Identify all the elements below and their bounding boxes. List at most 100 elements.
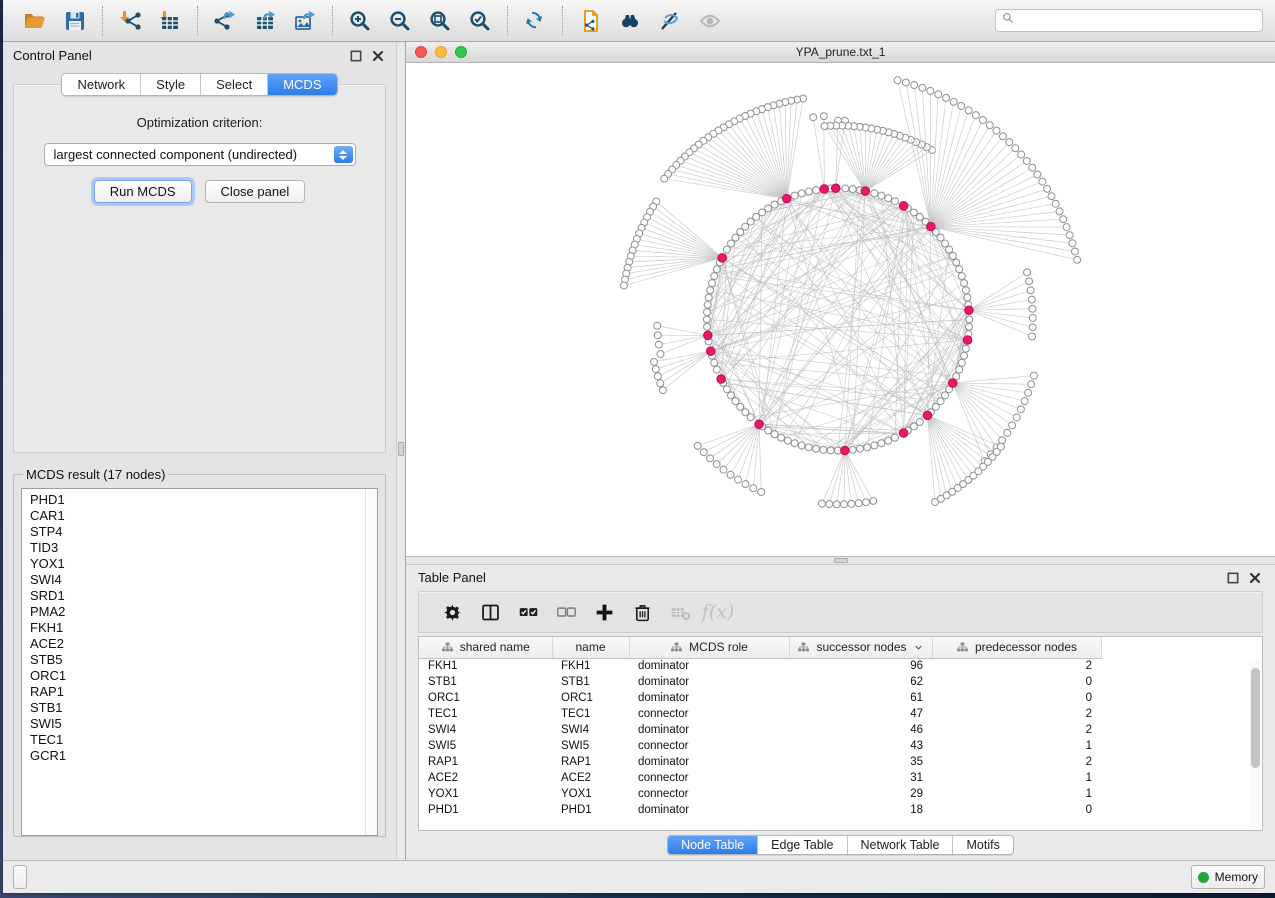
mcds-result-list[interactable]: PHD1CAR1STP4TID3YOX1SWI4SRD1PMA2FKH1ACE2…	[21, 488, 378, 836]
toolbar-separator	[332, 6, 333, 36]
memory-button[interactable]: Memory	[1191, 865, 1265, 889]
open-file-button[interactable]	[15, 4, 55, 38]
tab-network[interactable]: Network	[62, 74, 141, 95]
horizontal-splitter[interactable]	[406, 556, 1275, 565]
table-row[interactable]: RAP1RAP1dominator352	[419, 754, 1101, 770]
table-row[interactable]: FKH1FKH1dominator962	[419, 658, 1101, 674]
delete-column-button[interactable]	[623, 595, 661, 629]
tab-style[interactable]: Style	[141, 74, 201, 95]
status-bar: Memory	[3, 860, 1275, 893]
toggle-graphics-details-button[interactable]	[650, 4, 690, 38]
table-row[interactable]: TEC1TEC1connector472	[419, 706, 1101, 722]
network-canvas[interactable]	[406, 63, 1275, 556]
float-panel-icon[interactable]	[348, 49, 364, 63]
close-window-icon[interactable]	[415, 46, 427, 58]
list-item[interactable]: PMA2	[30, 604, 369, 620]
list-item[interactable]: STP4	[30, 524, 369, 540]
criterion-select[interactable]: largest connected component (undirected)	[44, 143, 356, 166]
network-window-titlebar[interactable]: YPA_prune.txt_1	[406, 42, 1275, 63]
find-button[interactable]	[610, 4, 650, 38]
main-toolbar	[3, 0, 1275, 42]
table-row[interactable]: SWI4SWI4dominator462	[419, 722, 1101, 738]
list-item[interactable]: STB1	[30, 700, 369, 716]
delete-table-button	[661, 595, 699, 629]
tab-network-table[interactable]: Network Table	[848, 836, 954, 854]
scrollbar-thumb[interactable]	[1251, 668, 1260, 768]
list-item[interactable]: ACE2	[30, 636, 369, 652]
select-all-button[interactable]	[509, 595, 547, 629]
splitter-handle[interactable]	[398, 442, 404, 456]
zoom-in-button[interactable]	[340, 4, 380, 38]
control-panel: Control Panel NetworkStyleSelectMCDS Opt…	[3, 42, 396, 860]
criterion-value: largest connected component (undirected)	[54, 147, 298, 162]
network-graph[interactable]	[406, 63, 1275, 556]
table-settings-button[interactable]	[433, 595, 471, 629]
splitter-handle[interactable]	[834, 558, 848, 563]
tab-edge-table[interactable]: Edge Table	[758, 836, 847, 854]
zoom-fit-button[interactable]	[420, 4, 460, 38]
list-item[interactable]: RAP1	[30, 684, 369, 700]
column-header-MCDS-role[interactable]: MCDS role	[629, 637, 789, 658]
list-item[interactable]: FKH1	[30, 620, 369, 636]
table-scrollbar[interactable]	[1250, 660, 1261, 828]
save-session-button[interactable]	[55, 4, 95, 38]
table-row[interactable]: STB1STB1dominator620	[419, 674, 1101, 690]
table-row[interactable]: YOX1YOX1connector291	[419, 786, 1101, 802]
toolbar-separator	[507, 6, 508, 36]
add-column-button[interactable]	[585, 595, 623, 629]
vertical-splitter[interactable]	[396, 42, 406, 860]
import-table-button[interactable]	[150, 4, 190, 38]
tab-mcds[interactable]: MCDS	[268, 74, 336, 95]
mcds-result-title: MCDS result (17 nodes)	[23, 467, 168, 482]
list-scrollbar[interactable]	[365, 489, 377, 835]
column-header-successor-nodes[interactable]: successor nodes	[789, 637, 932, 658]
search-icon	[1002, 12, 1015, 30]
list-item[interactable]: STB5	[30, 652, 369, 668]
export-table-button[interactable]	[245, 4, 285, 38]
float-panel-icon[interactable]	[1225, 571, 1241, 585]
list-item[interactable]: SWI5	[30, 716, 369, 732]
tab-node-table[interactable]: Node Table	[668, 836, 758, 854]
show-details-button[interactable]	[690, 4, 730, 38]
refresh-button[interactable]	[515, 4, 555, 38]
list-item[interactable]: TID3	[30, 540, 369, 556]
table-row[interactable]: SWI5SWI5connector431	[419, 738, 1101, 754]
export-image-button[interactable]	[285, 4, 325, 38]
close-panel-icon[interactable]	[370, 49, 386, 63]
close-panel-icon[interactable]	[1247, 571, 1263, 585]
list-item[interactable]: YOX1	[30, 556, 369, 572]
hierarchy-icon	[441, 641, 454, 654]
toolbar-separator	[102, 6, 103, 36]
zoom-out-button[interactable]	[380, 4, 420, 38]
run-mcds-button[interactable]: Run MCDS	[94, 180, 192, 203]
list-item[interactable]: SWI4	[30, 572, 369, 588]
maximize-window-icon[interactable]	[455, 46, 467, 58]
zoom-selected-button[interactable]	[460, 4, 500, 38]
search-input[interactable]	[1020, 14, 1256, 28]
clone-network-button[interactable]	[570, 4, 610, 38]
column-header-name[interactable]: name	[552, 637, 629, 658]
deselect-all-button[interactable]	[547, 595, 585, 629]
column-header-shared-name[interactable]: shared name	[419, 637, 552, 658]
minimize-window-icon[interactable]	[435, 46, 447, 58]
list-item[interactable]: ORC1	[30, 668, 369, 684]
list-item[interactable]: CAR1	[30, 508, 369, 524]
table-row[interactable]: ACE2ACE2connector311	[419, 770, 1101, 786]
list-item[interactable]: GCR1	[30, 748, 369, 764]
show-column-panel-button[interactable]	[471, 595, 509, 629]
toolbar-buttons	[15, 4, 730, 38]
search-field[interactable]	[995, 9, 1263, 32]
export-network-button[interactable]	[205, 4, 245, 38]
list-item[interactable]: TEC1	[30, 732, 369, 748]
mcds-result-group: MCDS result (17 nodes) PHD1CAR1STP4TID3Y…	[13, 467, 386, 837]
table-row[interactable]: ORC1ORC1dominator610	[419, 690, 1101, 706]
list-item[interactable]: SRD1	[30, 588, 369, 604]
close-panel-button[interactable]: Close panel	[205, 180, 306, 203]
status-menu-button[interactable]	[13, 865, 27, 889]
tab-select[interactable]: Select	[201, 74, 268, 95]
table-row[interactable]: PHD1PHD1dominator180	[419, 802, 1101, 818]
tab-motifs[interactable]: Motifs	[953, 836, 1012, 854]
import-network-button[interactable]	[110, 4, 150, 38]
column-header-predecessor-nodes[interactable]: predecessor nodes	[932, 637, 1101, 658]
list-item[interactable]: PHD1	[30, 492, 369, 508]
